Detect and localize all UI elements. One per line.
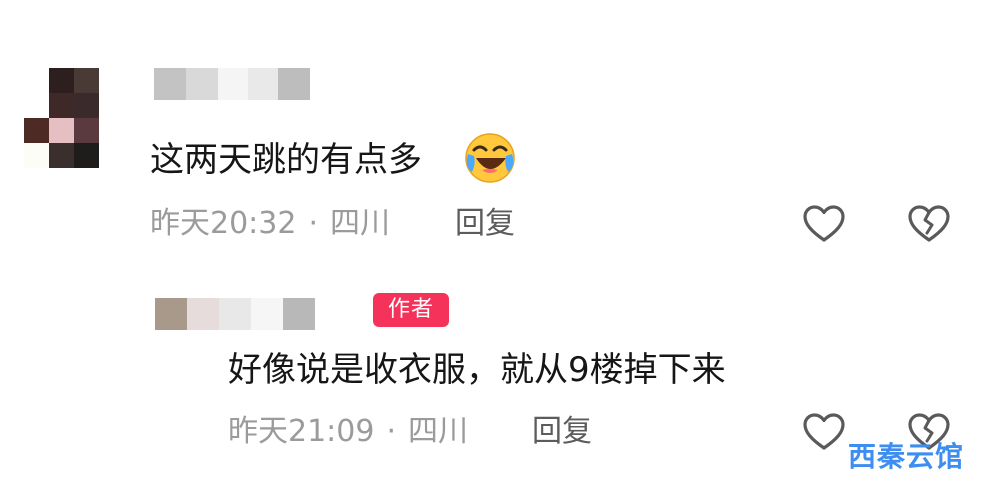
heart-outline-icon xyxy=(803,205,845,242)
reply-author-name-blurred[interactable] xyxy=(155,298,315,330)
reply-reply-button[interactable]: 回复 xyxy=(532,414,592,450)
meta-separator: · xyxy=(386,414,397,449)
broken-heart-outline-icon xyxy=(908,205,950,242)
author-badge: 作者 xyxy=(373,293,449,327)
comment-text: 这两天跳的有点多 xyxy=(150,140,422,180)
reply-location: 四川 xyxy=(408,414,469,449)
meta-separator: · xyxy=(308,206,319,241)
heart-outline-icon xyxy=(803,413,845,450)
reply-time: 昨天21:09 xyxy=(228,414,375,449)
comment-location: 四川 xyxy=(330,206,391,241)
laughing-crying-emoji-icon xyxy=(465,133,515,183)
reply-text: 好像说是收衣服，就从9楼掉下来 xyxy=(228,350,726,390)
like-button[interactable] xyxy=(801,203,847,245)
watermark: 西秦云馆 xyxy=(848,440,965,473)
comment-time: 昨天20:32 xyxy=(150,206,297,241)
dislike-button[interactable] xyxy=(906,203,952,245)
comment-reply-button[interactable]: 回复 xyxy=(455,206,515,242)
reply-meta: 昨天21:09 · 四川 xyxy=(228,414,468,450)
commenter-name-blurred[interactable] xyxy=(154,68,310,100)
comment-meta: 昨天20:32 · 四川 xyxy=(150,206,390,242)
commenter-avatar[interactable] xyxy=(24,68,124,168)
reply-like-button[interactable] xyxy=(801,411,847,453)
